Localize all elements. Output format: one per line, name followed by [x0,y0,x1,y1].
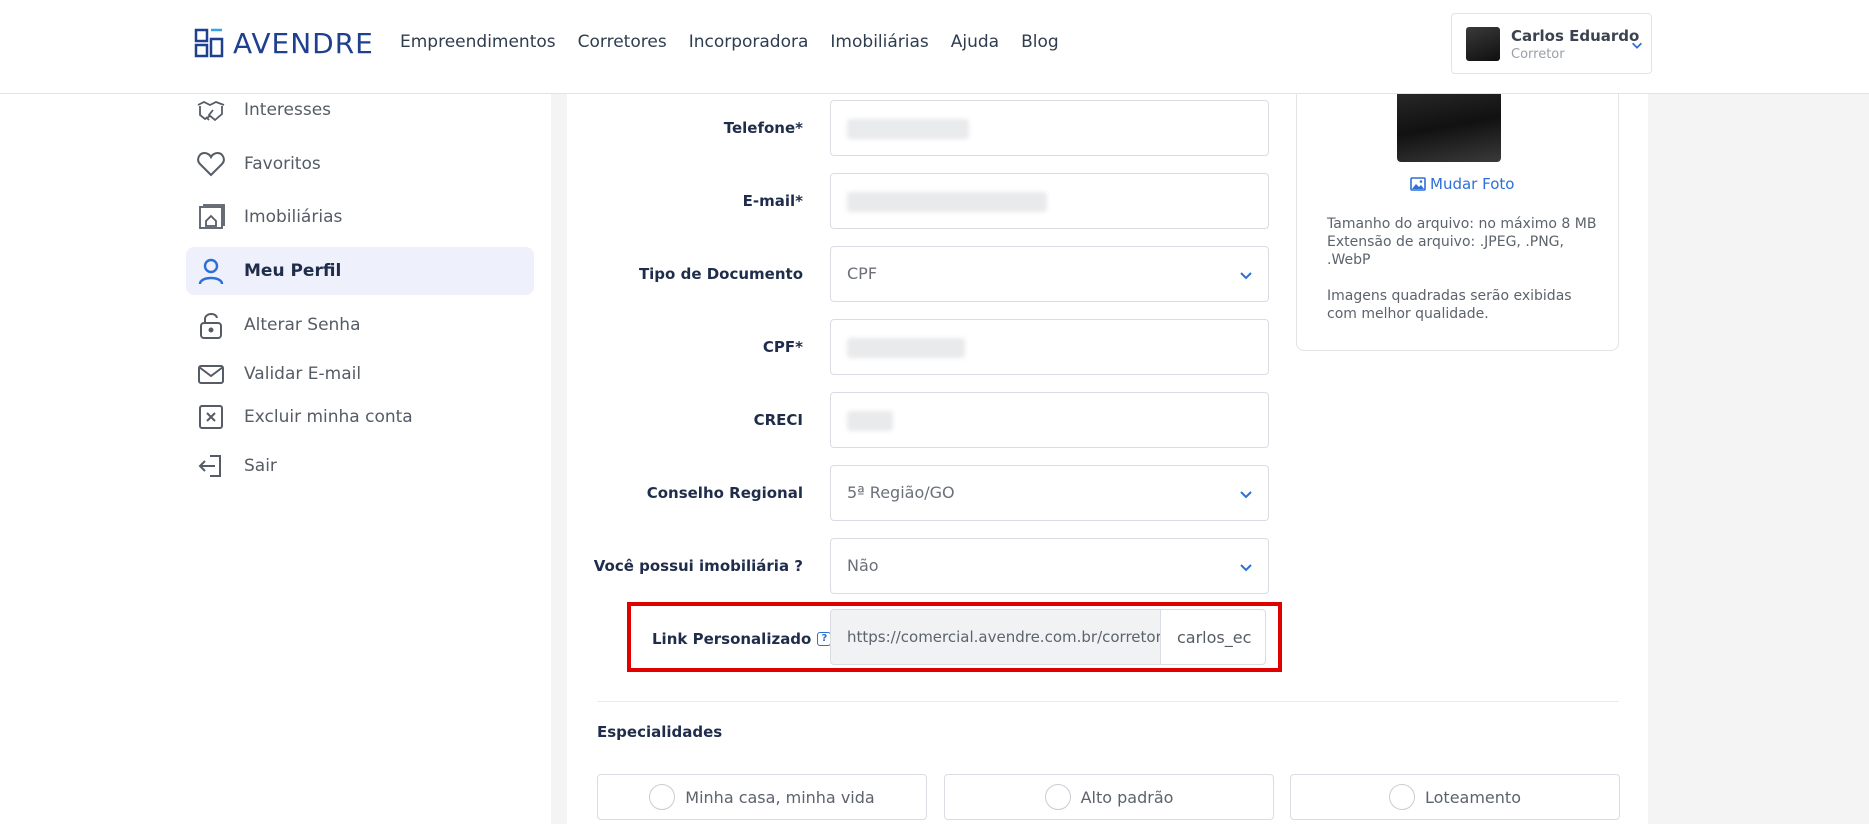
sidebar-item-imobiliarias[interactable]: Imobiliárias [186,193,534,241]
email-field[interactable] [830,173,1269,229]
chevron-down-icon [1240,491,1252,499]
link-personalizado-highlight: Link Personalizado ? https://comercial.a… [627,602,1282,672]
select-value: 5ª Região/GO [847,483,955,502]
user-name: Carlos Eduardo [1511,27,1640,45]
mudar-foto-label: Mudar Foto [1430,175,1515,193]
profile-photo-panel: Mudar Foto Tamanho do arquivo: no máximo… [1296,80,1619,351]
nav-item-blog[interactable]: Blog [1021,32,1059,52]
link-slug-input[interactable]: carlos_ec [1161,609,1266,665]
photo-info-ext: Extensão de arquivo: .JPEG, .PNG, .WebP [1327,234,1564,268]
photo-info-quality: Imagens quadradas serão exibidas com mel… [1327,288,1572,322]
user-icon [198,258,224,285]
sidebar-item-excluir-conta[interactable]: Excluir minha conta [186,393,534,441]
email-label: E-mail* [742,192,803,210]
chevron-down-icon [1632,42,1642,49]
mudar-foto-link[interactable]: Mudar Foto [1410,175,1514,193]
especialidades-title: Especialidades [597,723,723,741]
link-personalizado-label: Link Personalizado ? [652,630,832,648]
section-divider [597,701,1619,702]
conselho-select[interactable]: 5ª Região/GO [830,465,1269,521]
radio-icon [1044,784,1071,810]
main-nav: Empreendimentos Corretores Incorporadora… [400,32,1059,52]
select-value: Não [847,556,879,575]
nav-item-empreendimentos[interactable]: Empreendimentos [400,32,556,52]
radio-icon [1389,784,1415,810]
sidebar-item-label: Excluir minha conta [244,407,413,427]
sidebar-item-validar-email[interactable]: Validar E-mail [186,350,534,398]
cpf-label: CPF* [762,338,803,356]
creci-label: CRECI [753,411,803,429]
building-icon [199,204,225,229]
user-menu[interactable]: Carlos Eduardo Corretor [1451,13,1652,74]
cpf-field[interactable] [830,319,1269,375]
sidebar-item-favoritos[interactable]: Favoritos [186,140,534,188]
especialidade-option-alto-padrao[interactable]: Alto padrão [944,774,1274,820]
blurred-value [847,119,969,139]
logo-icon [194,28,224,58]
link-label-text: Link Personalizado [652,630,812,648]
photo-info: Tamanho do arquivo: no máximo 8 MB Exten… [1327,215,1597,323]
sidebar-item-label: Interesses [244,100,332,120]
sidebar-item-label: Meu Perfil [244,261,342,281]
mail-icon [198,365,224,384]
nav-item-incorporadora[interactable]: Incorporadora [689,32,809,52]
handshake-icon [197,100,225,122]
blurred-value [847,411,893,431]
link-prefix: https://comercial.avendre.com.br/correto… [830,609,1161,665]
creci-field[interactable] [830,392,1269,448]
nav-item-ajuda[interactable]: Ajuda [951,32,999,52]
brand-name: AVENDRE [233,26,374,60]
top-bar: AVENDRE Empreendimentos Corretores Incor… [0,0,1869,94]
especialidade-option-mcmv[interactable]: Minha casa, minha vida [597,774,927,820]
blurred-value [847,338,965,358]
user-role: Corretor [1511,47,1565,62]
especialidade-option-loteamento[interactable]: Loteamento [1290,774,1620,820]
sidebar-item-label: Alterar Senha [244,315,361,335]
imobiliaria-select[interactable]: Não [830,538,1269,594]
select-value: CPF [847,264,878,283]
sidebar-item-alterar-senha[interactable]: Alterar Senha [186,301,534,349]
logout-icon [198,455,221,477]
brand-logo[interactable]: AVENDRE [193,26,374,60]
avatar [1466,27,1500,61]
nav-item-corretores[interactable]: Corretores [578,32,667,52]
option-label: Alto padrão [1080,787,1174,807]
option-label: Loteamento [1425,787,1521,807]
sidebar-item-meu-perfil[interactable]: Meu Perfil [186,247,534,295]
chevron-down-icon [1240,272,1252,280]
heart-icon [197,151,225,177]
option-label: Minha casa, minha vida [685,787,875,807]
tipo-documento-label: Tipo de Documento [638,265,803,283]
nav-item-imobiliarias[interactable]: Imobiliárias [830,32,928,52]
sidebar-item-label: Imobiliárias [244,207,343,227]
sidebar-item-sair[interactable]: Sair [186,442,534,490]
chevron-down-icon [1240,564,1252,572]
photo-info-size: Tamanho do arquivo: no máximo 8 MB [1327,216,1597,232]
blurred-value [847,192,1047,212]
imobiliaria-label: Você possui imobiliária ? [593,557,803,575]
radio-icon [649,784,676,810]
sidebar-item-label: Favoritos [244,154,321,174]
lock-icon [200,313,222,339]
conselho-label: Conselho Regional [646,484,803,502]
close-box-icon [199,405,223,429]
telefone-label: Telefone* [723,119,803,137]
tipo-documento-select[interactable]: CPF [830,246,1269,302]
telefone-field[interactable] [830,100,1269,156]
sidebar-item-label: Sair [244,456,277,476]
image-icon [1410,177,1426,191]
sidebar-item-label: Validar E-mail [244,364,362,384]
